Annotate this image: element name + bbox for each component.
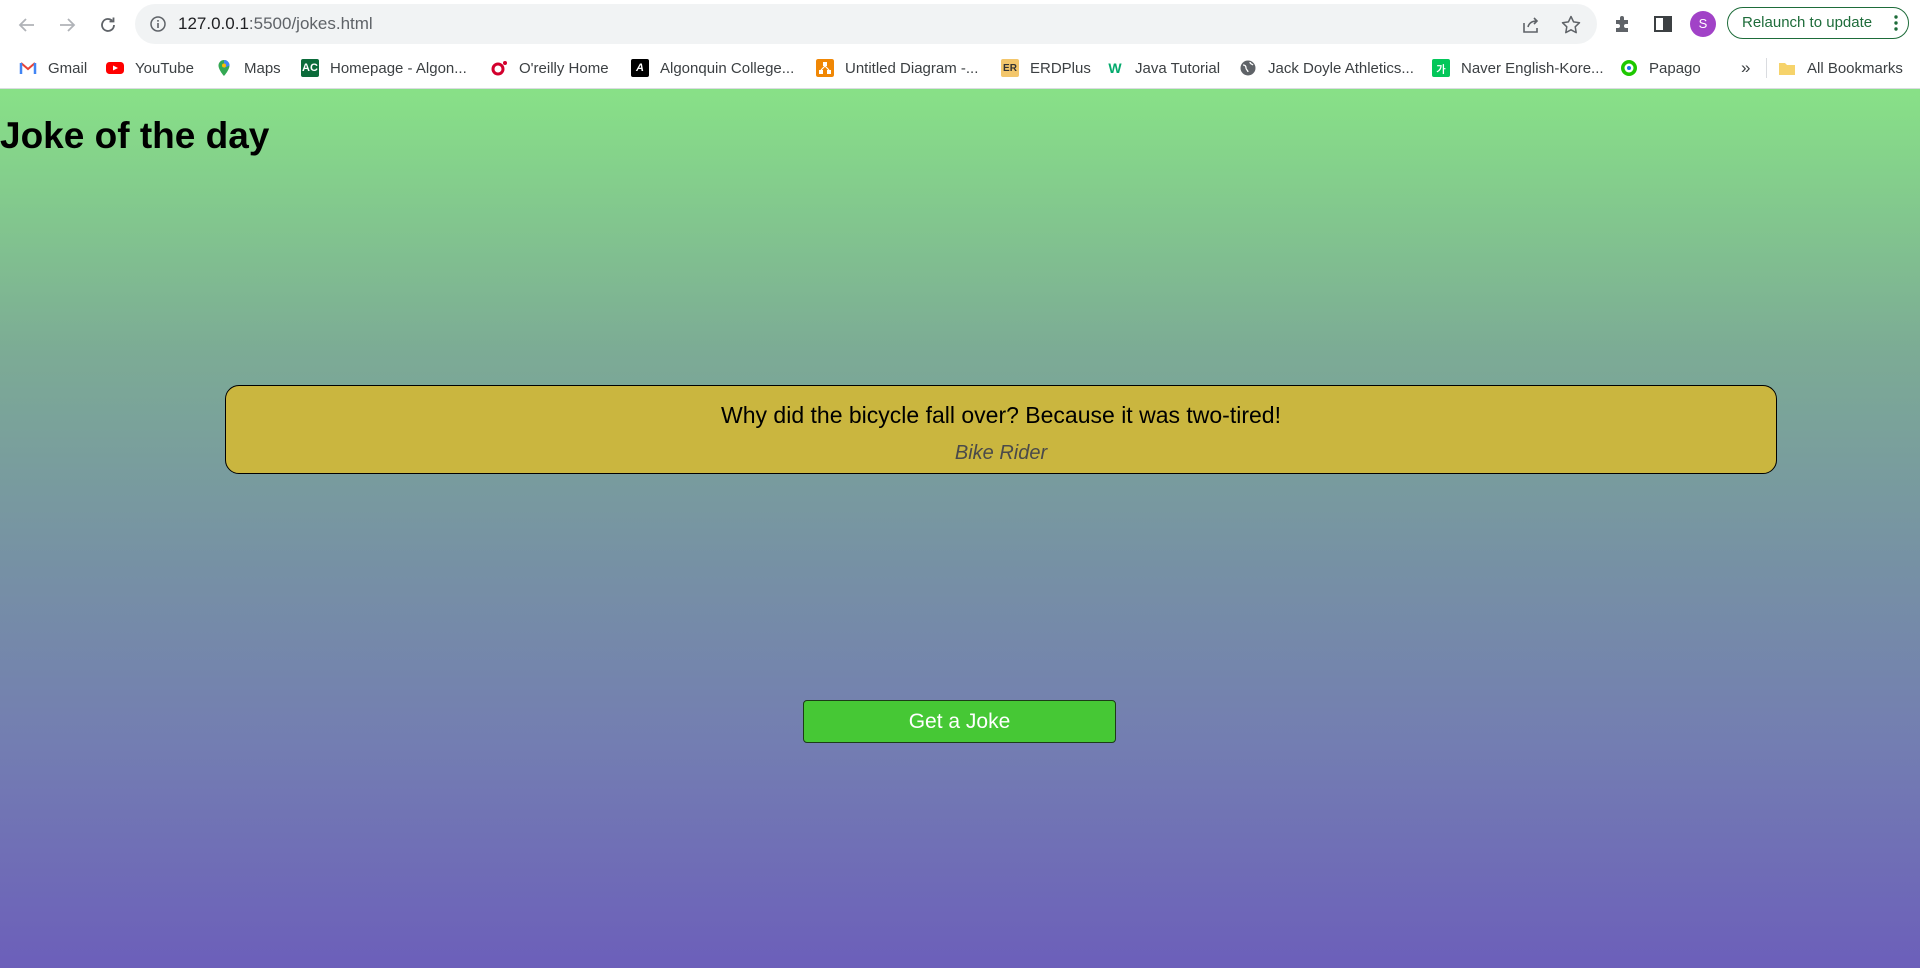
relaunch-button[interactable]: Relaunch to update [1727,7,1909,39]
bookmark-oreilly[interactable]: O'reilly Home [490,47,609,89]
bookmark-homepage-algonquin[interactable]: AC Homepage - Algon... [301,47,467,89]
bookmark-naver-english-korean[interactable]: 가 Naver English-Kore... [1432,47,1604,89]
all-bookmarks-button[interactable]: All Bookmarks [1778,47,1903,89]
papago-icon [1621,60,1637,76]
bookmark-jack-doyle[interactable]: Jack Doyle Athletics... [1239,47,1414,89]
bookmark-label: ERDPlus [1030,59,1091,77]
back-button[interactable] [12,10,42,40]
profile-avatar[interactable]: S [1690,11,1716,37]
bookmark-label: Jack Doyle Athletics... [1268,59,1414,77]
joke-card: Why did the bicycle fall over? Because i… [225,385,1777,474]
bookmark-label: Untitled Diagram -... [845,59,979,77]
bookmark-label: Algonquin College... [660,59,795,77]
bookmark-maps[interactable]: Maps [215,47,281,89]
er-icon: ER [1001,59,1019,77]
naver-dict-icon: 가 [1432,59,1450,77]
bookmarks-bar: Gmail YouTube Maps AC Homepage - Algon..… [0,47,1920,89]
joke-author: Bike Rider [954,442,1048,464]
bookmark-youtube[interactable]: YouTube [106,47,194,89]
info-icon[interactable] [149,15,167,33]
joke-text: Why did the bicycle fall over? Because i… [721,402,1281,428]
url-text[interactable]: 127.0.0.1:5500/jokes.html [178,4,373,44]
bookmark-label: Naver English-Kore... [1461,59,1604,77]
bookmark-label: Maps [244,59,281,77]
bookmark-erdplus[interactable]: ER ERDPlus [1001,47,1091,89]
star-icon[interactable] [1560,14,1582,36]
globe-icon [1240,60,1256,76]
relaunch-label: Relaunch to update [1742,14,1873,31]
youtube-icon [106,62,124,74]
url-path: :5500/jokes.html [248,14,373,33]
kebab-menu-icon [1894,15,1898,31]
bookmark-label: O'reilly Home [519,59,609,77]
oreilly-icon [491,61,507,76]
url-host: 127.0.0.1 [178,14,249,33]
get-joke-button[interactable]: Get a Joke [803,700,1116,743]
address-bar[interactable]: 127.0.0.1:5500/jokes.html [135,4,1597,44]
forward-button[interactable] [52,10,82,40]
drawio-icon [816,59,834,77]
folder-icon [1779,63,1795,75]
side-panel-icon[interactable] [1651,12,1675,36]
maps-pin-icon [218,60,230,76]
bookmark-label: Gmail [48,59,88,77]
bookmark-java-tutorial[interactable]: W Java Tutorial [1106,47,1220,89]
reload-icon [101,17,115,32]
gmail-icon [19,62,37,74]
all-bookmarks-label: All Bookmarks [1807,59,1903,77]
algonquin-a-icon: A [631,59,649,77]
reload-button[interactable] [93,10,123,40]
bookmarks-separator [1766,58,1767,78]
ac-logo-icon: AC [301,59,319,77]
arrow-left-icon [18,18,34,32]
page-content: Joke of the day Why did the bicycle fall… [0,89,1920,968]
page-title: Joke of the day [0,115,270,156]
puzzle-icon[interactable] [1611,12,1635,36]
bookmark-untitled-diagram[interactable]: Untitled Diagram -... [816,47,978,89]
bookmark-algonquin-college[interactable]: A Algonquin College... [631,47,794,89]
w3schools-icon: W [1108,60,1122,76]
share-icon[interactable] [1520,14,1542,36]
bookmarks-overflow-button[interactable]: » [1741,47,1750,89]
bookmark-gmail[interactable]: Gmail [19,47,87,89]
arrow-right-icon [60,18,76,32]
bookmark-papago[interactable]: Papago [1620,47,1701,89]
bookmark-label: YouTube [135,59,194,77]
bookmark-label: Homepage - Algon... [330,59,467,77]
browser-toolbar: 127.0.0.1:5500/jokes.html S Relaunch to … [0,0,1920,47]
bookmark-label: Papago [1649,59,1701,77]
bookmark-label: Java Tutorial [1135,59,1221,77]
overflow-label: » [1741,58,1751,77]
